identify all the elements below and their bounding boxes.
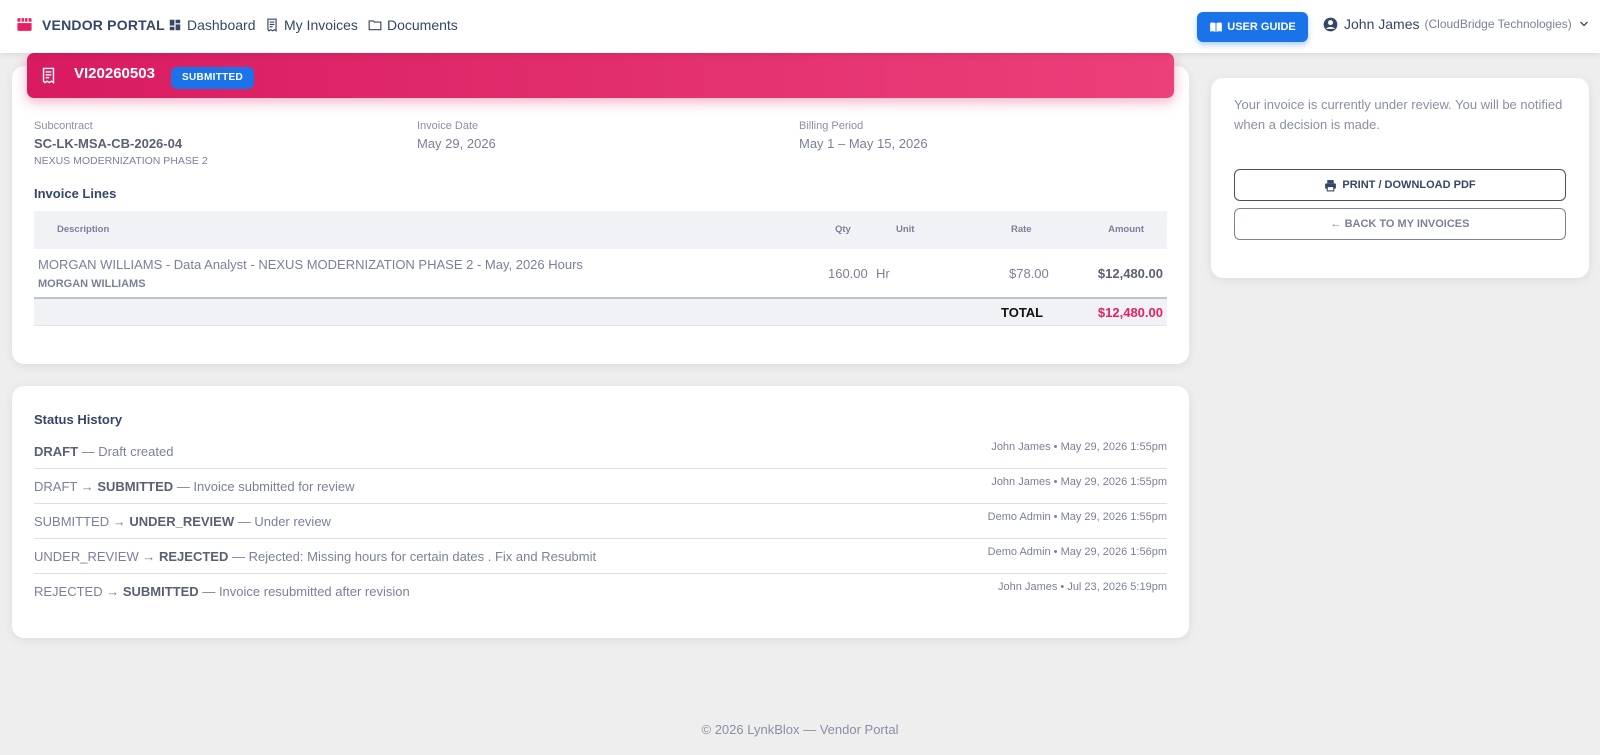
- user-guide-button[interactable]: USER GUIDE: [1197, 12, 1308, 42]
- user-guide-label: USER GUIDE: [1227, 21, 1296, 33]
- history-text: UNDER_REVIEW → REJECTED — Rejected: Miss…: [34, 549, 596, 564]
- history-meta: Demo Admin • May 29, 2026 1:55pm: [987, 511, 1167, 523]
- history-from-status: DRAFT →: [34, 479, 94, 494]
- history-from-status: UNDER_REVIEW →: [34, 549, 156, 564]
- history-to-status: SUBMITTED: [122, 584, 199, 599]
- subcontract-project: NEXUS MODERNIZATION PHASE 2: [34, 155, 208, 167]
- nav-dashboard-label: Dashboard: [187, 17, 256, 33]
- invoice-lines-title: Invoice Lines: [34, 186, 117, 201]
- history-meta: John James • May 29, 2026 1:55pm: [991, 441, 1167, 453]
- nav-my-invoices-label: My Invoices: [284, 17, 358, 33]
- col-amount: Amount: [1108, 224, 1144, 235]
- brand-name: VENDOR PORTAL: [42, 16, 165, 33]
- history-row: UNDER_REVIEW → REJECTED — Rejected: Miss…: [34, 539, 1167, 574]
- status-badge: SUBMITTED: [171, 67, 255, 89]
- chevron-down-icon: [1579, 21, 1588, 27]
- receipt-icon: [267, 18, 277, 32]
- user-name: John James: [1344, 16, 1420, 32]
- history-row: DRAFT → SUBMITTED — Invoice submitted fo…: [34, 469, 1167, 504]
- table-header: Description Qty Unit Rate Amount: [34, 211, 1167, 249]
- history-note: — Draft created: [81, 444, 174, 459]
- total-label: TOTAL: [1001, 305, 1044, 320]
- user-menu[interactable]: John James (CloudBridge Technologies): [1323, 16, 1590, 32]
- receipt-icon: [42, 67, 55, 84]
- history-to-status: REJECTED: [158, 549, 229, 564]
- line-description: MORGAN WILLIAMS - Data Analyst - NEXUS M…: [38, 257, 583, 272]
- user-company: (CloudBridge Technologies): [1424, 17, 1572, 31]
- total-amount: $12,480.00: [1097, 305, 1163, 320]
- line-qty: 160.00: [828, 266, 868, 281]
- line-rate: $78.00: [1009, 266, 1049, 281]
- history-meta: Demo Admin • May 29, 2026 1:56pm: [987, 546, 1167, 558]
- history-note: — Invoice submitted for review: [176, 479, 355, 494]
- actions-card: Your invoice is currently under review. …: [1211, 78, 1589, 278]
- history-to-status: UNDER_REVIEW: [129, 514, 235, 529]
- brand[interactable]: VENDOR PORTAL: [16, 16, 165, 33]
- nav-dashboard[interactable]: Dashboard: [168, 17, 256, 33]
- history-text: REJECTED → SUBMITTED — Invoice resubmitt…: [34, 584, 410, 599]
- invoice-date-value: May 29, 2026: [417, 136, 496, 151]
- history-row: REJECTED → SUBMITTED — Invoice resubmitt…: [34, 574, 1167, 609]
- nav-my-invoices[interactable]: My Invoices: [265, 17, 358, 33]
- invoice-id: VI20260503: [74, 65, 155, 82]
- nav-documents-label: Documents: [387, 17, 458, 33]
- line-amount: $12,480.00: [1097, 266, 1163, 281]
- billing-period-value: May 1 – May 15, 2026: [799, 136, 928, 151]
- col-qty: Qty: [835, 224, 851, 235]
- account-circle-icon: [1323, 17, 1338, 31]
- line-unit: Hr: [876, 266, 890, 281]
- footer: © 2026 LynkBlox — Vendor Portal: [701, 722, 899, 737]
- history-note: — Invoice resubmitted after revision: [202, 584, 410, 599]
- print-download-button[interactable]: PRINT / DOWNLOAD PDF: [1234, 169, 1566, 201]
- col-unit: Unit: [896, 224, 915, 235]
- history-text: DRAFT → SUBMITTED — Invoice submitted fo…: [34, 479, 355, 494]
- folder-icon: [368, 20, 382, 31]
- history-text: SUBMITTED → UNDER_REVIEW — Under review: [34, 514, 331, 529]
- line-worker: MORGAN WILLIAMS: [38, 278, 146, 290]
- history-row: SUBMITTED → UNDER_REVIEW — Under review …: [34, 504, 1167, 539]
- nav-documents[interactable]: Documents: [368, 17, 458, 33]
- history-meta: John James • May 29, 2026 1:55pm: [991, 476, 1167, 488]
- history-text: DRAFT — Draft created: [34, 444, 173, 459]
- print-download-label: PRINT / DOWNLOAD PDF: [1342, 179, 1476, 191]
- col-rate: Rate: [1011, 224, 1032, 235]
- book-icon: [1210, 22, 1223, 33]
- billing-period-label: Billing Period: [799, 120, 864, 132]
- history-to-status: SUBMITTED: [97, 479, 174, 494]
- history-meta: John James • Jul 23, 2026 5:19pm: [998, 581, 1167, 593]
- back-to-invoices-label: ← BACK TO MY INVOICES: [1330, 218, 1470, 230]
- dashboard-icon: [169, 19, 181, 31]
- store-icon: [17, 18, 32, 31]
- history-from-status: SUBMITTED →: [34, 514, 126, 529]
- history-to-status: DRAFT: [34, 444, 79, 459]
- total-row: TOTAL $12,480.00: [34, 297, 1167, 326]
- history-note: — Rejected: Missing hours for certain da…: [231, 549, 597, 564]
- col-description: Description: [57, 224, 110, 235]
- subcontract-value: SC-LK-MSA-CB-2026-04: [34, 136, 183, 151]
- review-message: Your invoice is currently under review. …: [1234, 97, 1563, 132]
- history-row: DRAFT — Draft created John James • May 2…: [34, 434, 1167, 469]
- subcontract-label: Subcontract: [34, 120, 93, 132]
- invoice-date-label: Invoice Date: [417, 120, 479, 132]
- history-note: — Under review: [237, 514, 331, 529]
- status-history-card: Status History DRAFT — Draft created Joh…: [12, 386, 1189, 638]
- back-to-invoices-button[interactable]: ← BACK TO MY INVOICES: [1234, 208, 1566, 240]
- printer-icon: [1325, 179, 1337, 191]
- invoice-details-card: Subcontract SC-LK-MSA-CB-2026-04 NEXUS M…: [12, 66, 1189, 364]
- history-from-status: REJECTED →: [34, 584, 120, 599]
- invoice-header: VI20260503 SUBMITTED: [27, 53, 1174, 98]
- status-history-title: Status History: [34, 412, 123, 427]
- top-navbar: VENDOR PORTAL Dashboard My Invoices Docu…: [0, 0, 1600, 53]
